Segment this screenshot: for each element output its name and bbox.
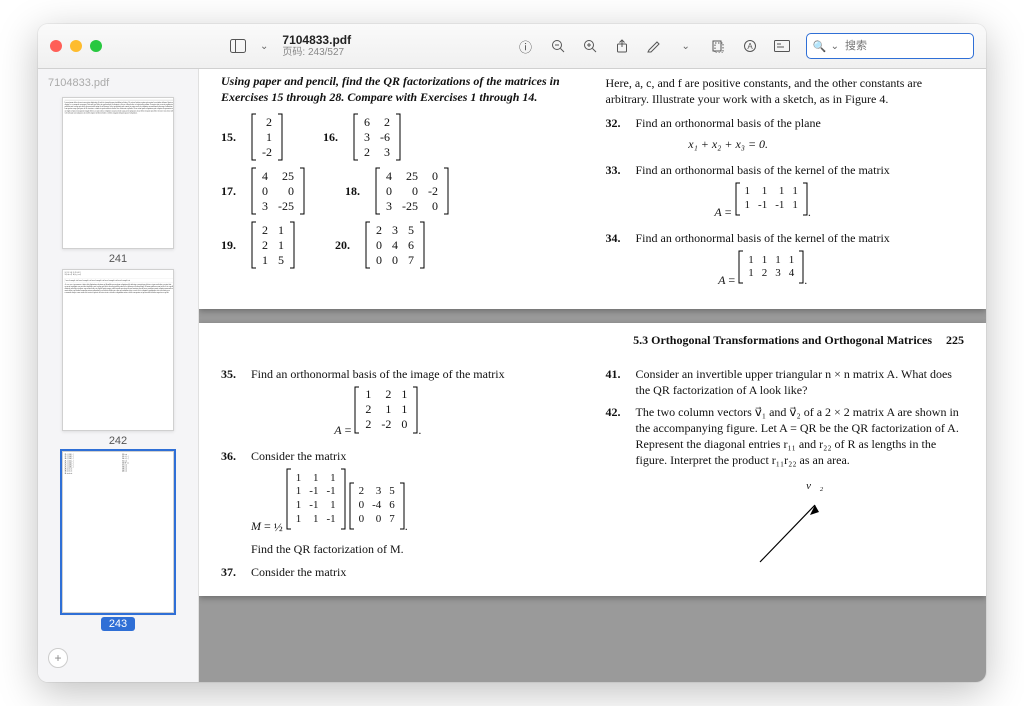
thumb-label: 243 — [101, 617, 135, 631]
thumbnail-sidebar: 7104833.pdf Lorem ipsum dolor sit amet c… — [38, 69, 199, 682]
info-icon[interactable]: ⓘ — [518, 38, 534, 54]
thumb-242[interactable]: 1. [1 2; 3 4] 2. [1 0; 0 1]3. [a b; c d]… — [62, 269, 174, 447]
prob-num: 32. — [606, 115, 628, 155]
doc-subtitle: 页码: 243/527 — [282, 47, 351, 58]
ex-num: 15. — [221, 130, 243, 145]
matrix-16: 623-623 — [353, 113, 401, 161]
matrix-18: 425000-23-250 — [375, 167, 449, 215]
prob-num: 33. — [606, 162, 628, 224]
ex-num: 19. — [221, 238, 243, 253]
zoom-out-icon[interactable] — [550, 38, 566, 54]
prob-35: Find an orthonormal basis of the image o… — [251, 366, 505, 442]
sidebar-toggle-icon[interactable] — [230, 38, 246, 54]
right-intro: Here, a, c, and f are positive constants… — [606, 75, 965, 107]
ex-num: 16. — [323, 130, 345, 145]
prob-num: 35. — [221, 366, 243, 442]
sidebar-doc-label: 7104833.pdf — [48, 77, 109, 89]
titlebar: ⌄ 7104833.pdf 页码: 243/527 ⓘ ⌄ A 🔍 ⌄ — [38, 24, 986, 69]
thumb-241[interactable]: Lorem ipsum dolor sit amet consectetur a… — [62, 97, 174, 265]
matrix-20: 235046007 — [365, 221, 425, 269]
thumb-243[interactable]: 15. [..] 16. [..]17. [..] 18. [..]19. [.… — [62, 451, 174, 631]
add-page-button[interactable]: + — [48, 648, 68, 668]
prob-33: Find an orthonormal basis of the kernel … — [636, 162, 890, 224]
traffic-lights — [50, 40, 102, 52]
prob-num: 42. — [606, 404, 628, 572]
chevron-down-icon[interactable]: ⌄ — [682, 41, 690, 52]
prob-37: Consider the matrix — [251, 564, 346, 580]
svg-text:A: A — [747, 42, 753, 51]
prob-41: Consider an invertible upper triangular … — [636, 366, 965, 398]
thumb-label: 241 — [109, 253, 127, 265]
zoom-in-icon[interactable] — [582, 38, 598, 54]
share-icon[interactable] — [614, 38, 630, 54]
exercise-instructions: Using paper and pencil, find the QR fact… — [221, 73, 580, 105]
ex-num: 18. — [345, 184, 367, 199]
prob-36: Consider the matrix M = ½ 1111-1-11-1111… — [251, 448, 408, 558]
prob-42: The two column vectors v⃗₁ and v⃗₂ of a … — [636, 404, 965, 572]
matrix-15: 21-2 — [251, 113, 283, 161]
markup-icon[interactable] — [646, 38, 662, 54]
vector-figure — [740, 497, 860, 567]
ex-num: 17. — [221, 184, 243, 199]
minimize-icon[interactable] — [70, 40, 82, 52]
section-header: 5.3 Orthogonal Transformations and Ortho… — [221, 333, 964, 348]
prob-num: 36. — [221, 448, 243, 558]
page-lower: 5.3 Orthogonal Transformations and Ortho… — [199, 323, 986, 596]
page-viewer[interactable]: Using paper and pencil, find the QR fact… — [199, 69, 986, 682]
form-icon[interactable] — [774, 38, 790, 54]
main-body: 7104833.pdf Lorem ipsum dolor sit amet c… — [38, 69, 986, 682]
close-icon[interactable] — [50, 40, 62, 52]
matrix-19: 212115 — [251, 221, 295, 269]
page-upper: Using paper and pencil, find the QR fact… — [199, 69, 986, 309]
ex-num: 20. — [335, 238, 357, 253]
toolbar-right: ⓘ ⌄ A 🔍 ⌄ — [518, 33, 974, 59]
app-window: ⌄ 7104833.pdf 页码: 243/527 ⓘ ⌄ A 🔍 ⌄ — [38, 24, 986, 682]
zoom-icon[interactable] — [90, 40, 102, 52]
chevron-down-icon[interactable]: ⌄ — [260, 41, 268, 52]
highlight-icon[interactable]: A — [742, 38, 758, 54]
prob-num: 41. — [606, 366, 628, 398]
prob-num: 34. — [606, 230, 628, 292]
title-block: 7104833.pdf 页码: 243/527 — [282, 34, 351, 58]
search-field[interactable]: 🔍 ⌄ — [806, 33, 974, 59]
chevron-down-icon[interactable]: ⌄ — [831, 41, 839, 52]
prob-num: 37. — [221, 564, 243, 580]
prob-32: Find an orthonormal basis of the plane x… — [636, 115, 821, 155]
thumb-label: 242 — [109, 435, 127, 447]
matrix-17: 425003-25 — [251, 167, 305, 215]
prob-34: Find an orthonormal basis of the kernel … — [636, 230, 890, 292]
search-icon: 🔍 — [813, 40, 827, 53]
search-input[interactable] — [843, 39, 967, 53]
toolbar-left: ⌄ 7104833.pdf 页码: 243/527 — [230, 34, 351, 58]
rotate-icon[interactable] — [710, 38, 726, 54]
doc-title: 7104833.pdf — [282, 34, 351, 47]
